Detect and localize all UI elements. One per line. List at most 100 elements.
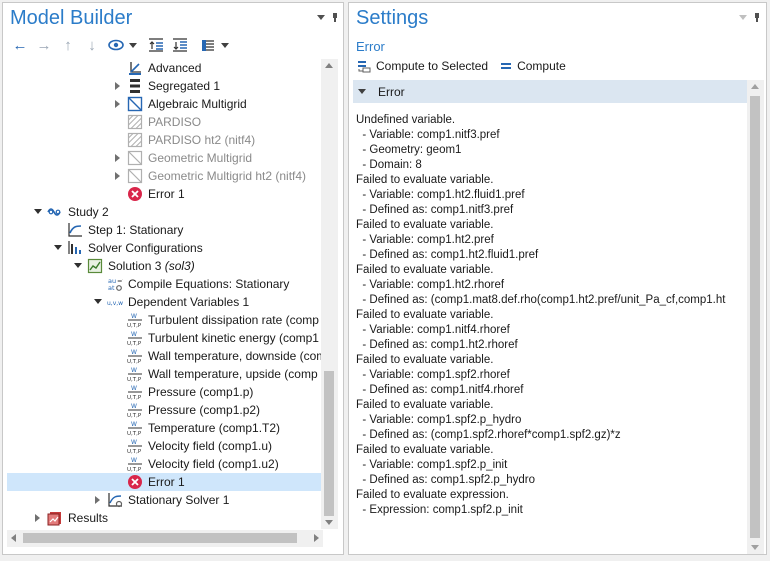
- model-builder-panel: Model Builder ← → ↑ ↓ Advanced Segregate…: [2, 2, 344, 555]
- scroll-left-icon[interactable]: [11, 534, 16, 542]
- tree-node-field[interactable]: W U,T,P Temperature (comp1.T2): [127, 419, 280, 437]
- svg-text:W: W: [131, 403, 137, 410]
- expand-arrow-icon[interactable]: [113, 99, 123, 109]
- error-line: - Variable: comp1.ht2.fluid1.pref: [356, 189, 525, 201]
- tree-node-error-1[interactable]: Error 1: [127, 185, 185, 203]
- tree-node-dependent-variables-1[interactable]: u,v,w Dependent Variables 1: [93, 293, 249, 311]
- tree-node-geometric-multigrid-ht2[interactable]: Geometric Multigrid ht2 (nitf4): [113, 167, 306, 185]
- svg-text:U,T,P: U,T,P: [127, 359, 142, 364]
- error-line: Failed to evaluate variable.: [356, 444, 494, 456]
- multigrid-icon: [127, 168, 143, 184]
- compute-button[interactable]: Compute: [500, 59, 566, 73]
- tree-node-field[interactable]: W U,T,P Turbulent dissipation rate (comp: [127, 311, 319, 329]
- expand-arrow-icon[interactable]: [113, 81, 123, 91]
- tree-node-segregated-1[interactable]: Segregated 1: [113, 77, 220, 95]
- error-line: - Domain: 8: [356, 159, 422, 171]
- tree-node-field[interactable]: W U,T,P Wall temperature, downside (com: [127, 347, 323, 365]
- error-line: - Geometry: geom1: [356, 144, 462, 156]
- tree-node-advanced[interactable]: Advanced: [127, 59, 201, 77]
- compute-icon: [501, 63, 512, 69]
- tree-node-results[interactable]: Results: [33, 509, 108, 527]
- settings-vertical-scrollbar[interactable]: [747, 80, 764, 554]
- show-dropdown-icon[interactable]: [129, 36, 137, 54]
- tree-node-compile-equations[interactable]: auat=f Compile Equations: Stationary: [107, 275, 289, 293]
- tree-node-pardiso[interactable]: PARDISO: [127, 113, 201, 131]
- tree-node-study-2[interactable]: Study 2: [33, 203, 109, 221]
- back-arrow-icon[interactable]: ←: [9, 36, 31, 54]
- error-section-header[interactable]: Error: [353, 80, 747, 103]
- tree-node-step-1-stationary[interactable]: Step 1: Stationary: [67, 221, 183, 239]
- panel-menu-icon[interactable]: [739, 15, 747, 20]
- view-options-dropdown-icon[interactable]: [221, 36, 229, 54]
- tree-node-field[interactable]: W U,T,P Turbulent kinetic energy (comp1: [127, 329, 319, 347]
- tree-node-pardiso-ht2[interactable]: PARDISO ht2 (nitf4): [127, 131, 255, 149]
- scroll-up-icon[interactable]: [751, 84, 759, 89]
- tree-horizontal-scrollbar[interactable]: [7, 530, 323, 547]
- forward-arrow-icon[interactable]: →: [33, 36, 55, 54]
- error-line: Failed to evaluate variable.: [356, 219, 494, 231]
- compile-equations-icon: auat=f: [107, 276, 123, 292]
- tree-node-geometric-multigrid[interactable]: Geometric Multigrid: [113, 149, 252, 167]
- error-line: - Expression: comp1.spf2.p_init: [356, 504, 523, 516]
- svg-text:U,T,P: U,T,P: [127, 413, 142, 418]
- tree-node-stationary-solver-1[interactable]: Stationary Solver 1: [93, 491, 229, 509]
- tree-node-field[interactable]: W U,T,P Velocity field (comp1.u): [127, 437, 272, 455]
- tree-node-error-1-selected[interactable]: Error 1: [7, 473, 323, 491]
- move-up-icon[interactable]: ↑: [57, 36, 79, 54]
- show-icon[interactable]: [105, 36, 127, 54]
- svg-text:U,T,P: U,T,P: [127, 467, 142, 472]
- collapse-arrow-icon[interactable]: [53, 243, 63, 253]
- expand-arrow-icon[interactable]: [33, 513, 43, 523]
- solution-icon: [87, 258, 103, 274]
- section-collapse-icon[interactable]: [358, 89, 366, 94]
- scroll-right-icon[interactable]: [314, 534, 319, 542]
- settings-toolbar: Compute to Selected Compute: [357, 57, 574, 75]
- compute-to-selected-icon: [358, 61, 371, 73]
- tree-node-field[interactable]: W U,T,P Pressure (comp1.p2): [127, 401, 260, 419]
- direct-solver-icon: [127, 114, 143, 130]
- field-icon: W U,T,P: [127, 438, 143, 454]
- expand-sections-icon[interactable]: [145, 36, 167, 54]
- error-line: - Defined as: (comp1.mat8.def.rho(comp1.…: [356, 294, 726, 306]
- svg-text:U,T,P: U,T,P: [127, 449, 142, 454]
- pin-icon[interactable]: [331, 13, 339, 22]
- error-line: - Variable: comp1.nitf3.pref: [356, 129, 500, 141]
- dependent-variables-icon: u,v,w: [107, 294, 123, 310]
- svg-text:U,T,P: U,T,P: [127, 395, 142, 400]
- panel-menu-icon[interactable]: [317, 15, 325, 20]
- collapse-arrow-icon[interactable]: [33, 207, 43, 217]
- move-down-icon[interactable]: ↓: [81, 36, 103, 54]
- tree-node-algebraic-multigrid[interactable]: Algebraic Multigrid: [113, 95, 247, 113]
- scroll-up-icon[interactable]: [325, 63, 333, 68]
- collapse-sections-icon[interactable]: [169, 36, 191, 54]
- view-options-icon[interactable]: [197, 36, 219, 54]
- multigrid-icon: [127, 96, 143, 112]
- svg-text:W: W: [131, 313, 137, 320]
- tree-vertical-scrollbar[interactable]: [321, 59, 338, 529]
- svg-text:W: W: [131, 457, 137, 464]
- tree-node-field[interactable]: W U,T,P Pressure (comp1.p): [127, 383, 253, 401]
- stationary-step-icon: [67, 222, 83, 238]
- collapse-arrow-icon[interactable]: [73, 261, 83, 271]
- expand-arrow-icon[interactable]: [93, 495, 103, 505]
- scroll-down-icon[interactable]: [325, 520, 333, 525]
- error-line: - Variable: comp1.spf2.rhoref: [356, 369, 510, 381]
- collapse-arrow-icon[interactable]: [93, 297, 103, 307]
- tree-node-field[interactable]: W U,T,P Wall temperature, upside (comp: [127, 365, 318, 383]
- error-line: Failed to evaluate variable.: [356, 309, 494, 321]
- scroll-thumb[interactable]: [324, 371, 334, 516]
- expand-arrow-icon[interactable]: [113, 171, 123, 181]
- error-line: - Variable: comp1.spf2.p_hydro: [356, 414, 522, 426]
- tree-node-solution-3[interactable]: Solution 3 (sol3): [73, 257, 195, 275]
- scroll-thumb[interactable]: [750, 96, 760, 538]
- tree-node-field[interactable]: W U,T,P Velocity field (comp1.u2): [127, 455, 279, 473]
- pin-icon[interactable]: [753, 13, 761, 22]
- expand-arrow-icon[interactable]: [113, 153, 123, 163]
- error-line: Failed to evaluate variable.: [356, 354, 494, 366]
- tree-node-solver-configurations[interactable]: Solver Configurations: [53, 239, 203, 257]
- segregated-icon: [127, 78, 143, 94]
- compute-to-selected-button[interactable]: Compute to Selected: [357, 59, 488, 73]
- scroll-thumb[interactable]: [23, 533, 297, 543]
- error-message-text: Undefined variable. - Variable: comp1.ni…: [356, 113, 744, 549]
- scroll-down-icon[interactable]: [751, 545, 759, 550]
